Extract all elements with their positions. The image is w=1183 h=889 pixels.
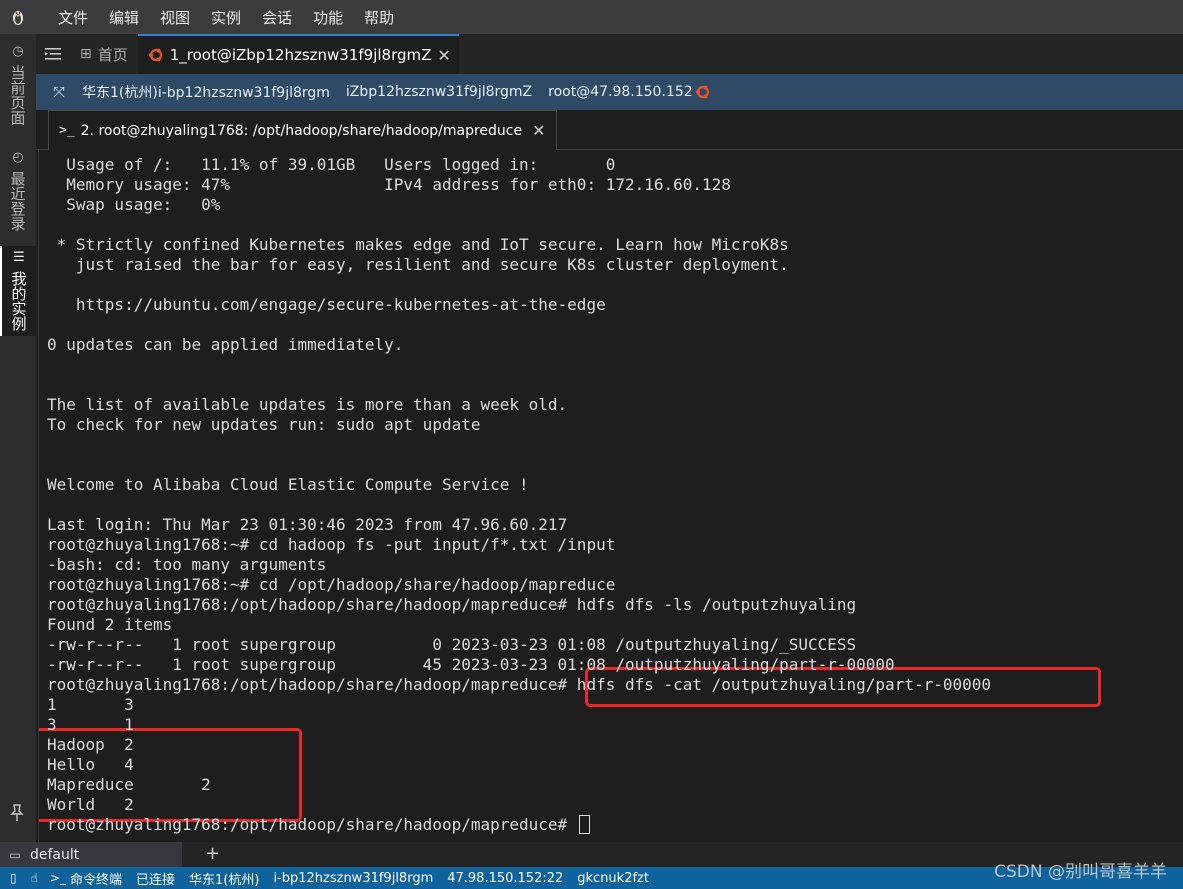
tab-bar: ⊞ 首页 1_root@iZbp12hzsznw31f9jl8rgmZ ✕ — [36, 34, 1183, 74]
session-default-label: default — [30, 846, 80, 863]
tab-my-instances-label: 我的实例 — [9, 271, 28, 331]
terminal-line: root@zhuyaling1768:~# cd hadoop fs -put … — [47, 535, 616, 554]
menu-bar: 文件 编辑 视图 实例 会话 功能 帮助 — [0, 0, 1183, 34]
menu-item[interactable]: 编辑 — [109, 7, 139, 28]
menu-item[interactable]: 功能 — [313, 7, 343, 28]
connection-status: 已连接 — [136, 872, 176, 888]
session-id: gkcnuk2fzt — [577, 870, 649, 886]
tab-session[interactable]: 1_root@iZbp12hzsznw31f9jl8rgmZ ✕ — [137, 34, 459, 74]
terminal-output[interactable]: Usage of /: 11.1% of 39.01GB Users logge… — [38, 150, 1183, 842]
terminal-line: Hadoop 2 — [47, 735, 134, 754]
terminal-icon: >_ — [49, 871, 66, 885]
terminal-prompt-icon: >_ — [59, 123, 75, 138]
grid-icon: ⊞ — [80, 46, 92, 62]
instance-id: i-bp12hzsznw31f9jl8rgm — [273, 870, 434, 886]
tab-recent-logins[interactable]: ◴ 最近登录 — [0, 146, 36, 250]
expand-icon[interactable]: ⤧ — [36, 83, 82, 101]
terminal-line: https://ubuntu.com/engage/secure-kuberne… — [47, 295, 606, 314]
terminal-line: Mapreduce 2 — [47, 775, 211, 794]
file-icon[interactable]: ▯ — [10, 871, 17, 885]
region-label: 华东1(杭州) — [189, 872, 260, 888]
terminal-tab-label: 2. root@zhuyaling1768: /opt/hadoop/share… — [80, 122, 523, 139]
terminal-label: 命令终端 — [69, 872, 122, 888]
close-icon[interactable]: ✕ — [437, 46, 450, 65]
terminal-line: 1 3 — [47, 695, 134, 714]
tab-list-icon[interactable] — [36, 34, 70, 74]
menu-item[interactable]: 文件 — [58, 7, 88, 28]
linux-penguin-icon — [0, 0, 36, 34]
tab-current-page[interactable]: ◷ 当前页面 — [0, 40, 36, 140]
menu-item[interactable]: 会话 — [262, 7, 292, 28]
terminal-line: root@zhuyaling1768:/opt/hadoop/share/had… — [47, 595, 857, 614]
terminal-line: root@zhuyaling1768:/opt/hadoop/share/had… — [47, 815, 590, 835]
menu-item[interactable]: 实例 — [211, 7, 241, 28]
terminal-line: To check for new updates run: sudo apt u… — [47, 415, 481, 434]
terminal-line: 0 updates can be applied immediately. — [47, 335, 404, 354]
terminal-line: Swap usage: 0% — [47, 195, 221, 214]
menu-item[interactable]: 帮助 — [364, 7, 394, 28]
terminal-line: root@zhuyaling1768:~# cd /opt/hadoop/sha… — [47, 575, 616, 594]
pointer-icon[interactable]: ☝ — [31, 871, 38, 885]
tab-current-page-label: 当前页面 — [8, 65, 27, 125]
history-icon: ◴ — [10, 150, 26, 165]
terminal-line: -rw-r--r-- 1 root supergroup 0 2023-03-2… — [47, 635, 857, 654]
tab-home-label: 首页 — [97, 45, 128, 64]
terminal-line: Memory usage: 47% IPv4 address for eth0:… — [47, 175, 731, 194]
session-default[interactable]: ▭ default — [0, 842, 182, 867]
clock-icon: ◷ — [10, 44, 26, 59]
terminal-icon: ▭ — [9, 847, 21, 862]
terminal-line: Hello 4 — [47, 755, 134, 774]
terminal-line: 3 1 — [47, 715, 134, 734]
region-instance: 华东1(杭州)i-bp12hzsznw31f9jl8rgm — [82, 85, 330, 101]
terminal-line: just raised the bar for easy, resilient … — [47, 255, 789, 274]
terminal-tab-bar: >_ 2. root@zhuyaling1768: /opt/hadoop/sh… — [36, 110, 1183, 150]
ubuntu-icon — [695, 85, 709, 99]
tab-session-label: 1_root@iZbp12hzsznw31f9jl8rgmZ — [169, 46, 432, 64]
terminal-cursor — [578, 815, 590, 834]
terminal-line: * Strictly confined Kubernetes makes edg… — [47, 235, 789, 254]
menu-item[interactable]: 视图 — [160, 7, 190, 28]
activity-bar: ◷ 当前页面 ◴ 最近登录 ☰ 我的实例 — [0, 34, 36, 842]
ubuntu-icon — [148, 48, 162, 62]
terminal-line: Last login: Thu Mar 23 01:30:46 2023 fro… — [47, 515, 568, 534]
pin-icon[interactable] — [7, 804, 27, 824]
terminal-line: The list of available updates is more th… — [47, 395, 568, 414]
terminal-line: -bash: cd: too many arguments — [47, 555, 327, 574]
user-host: root@47.98.150.152 — [548, 84, 693, 100]
server-icon: ☰ — [11, 250, 27, 265]
terminal-line: Welcome to Alibaba Cloud Elastic Compute… — [47, 475, 529, 494]
close-icon[interactable]: ✕ — [532, 121, 545, 140]
terminal-line: Found 2 items — [47, 615, 173, 634]
add-session-button[interactable]: + — [205, 842, 220, 867]
tab-home[interactable]: ⊞ 首页 — [70, 34, 138, 74]
tab-recent-logins-label: 最近登录 — [8, 171, 27, 231]
terminal-tab[interactable]: >_ 2. root@zhuyaling1768: /opt/hadoop/sh… — [48, 110, 557, 150]
terminal-line: Usage of /: 11.1% of 39.01GB Users logge… — [47, 155, 616, 174]
watermark: CSDN @别叫哥喜羊羊 — [994, 862, 1167, 882]
tab-my-instances[interactable]: ☰ 我的实例 — [0, 246, 36, 336]
address: 47.98.150.152:22 — [447, 870, 564, 886]
terminal-line: root@zhuyaling1768:/opt/hadoop/share/had… — [47, 675, 992, 694]
terminal-line: -rw-r--r-- 1 root supergroup 45 2023-03-… — [47, 655, 895, 674]
hostname: iZbp12hzsznw31f9jl8rgmZ — [345, 84, 533, 100]
terminal-line: World 2 — [47, 795, 134, 814]
session-info-bar: ⤧ 华东1(杭州)i-bp12hzsznw31f9jl8rgm iZbp12hz… — [36, 74, 1183, 110]
